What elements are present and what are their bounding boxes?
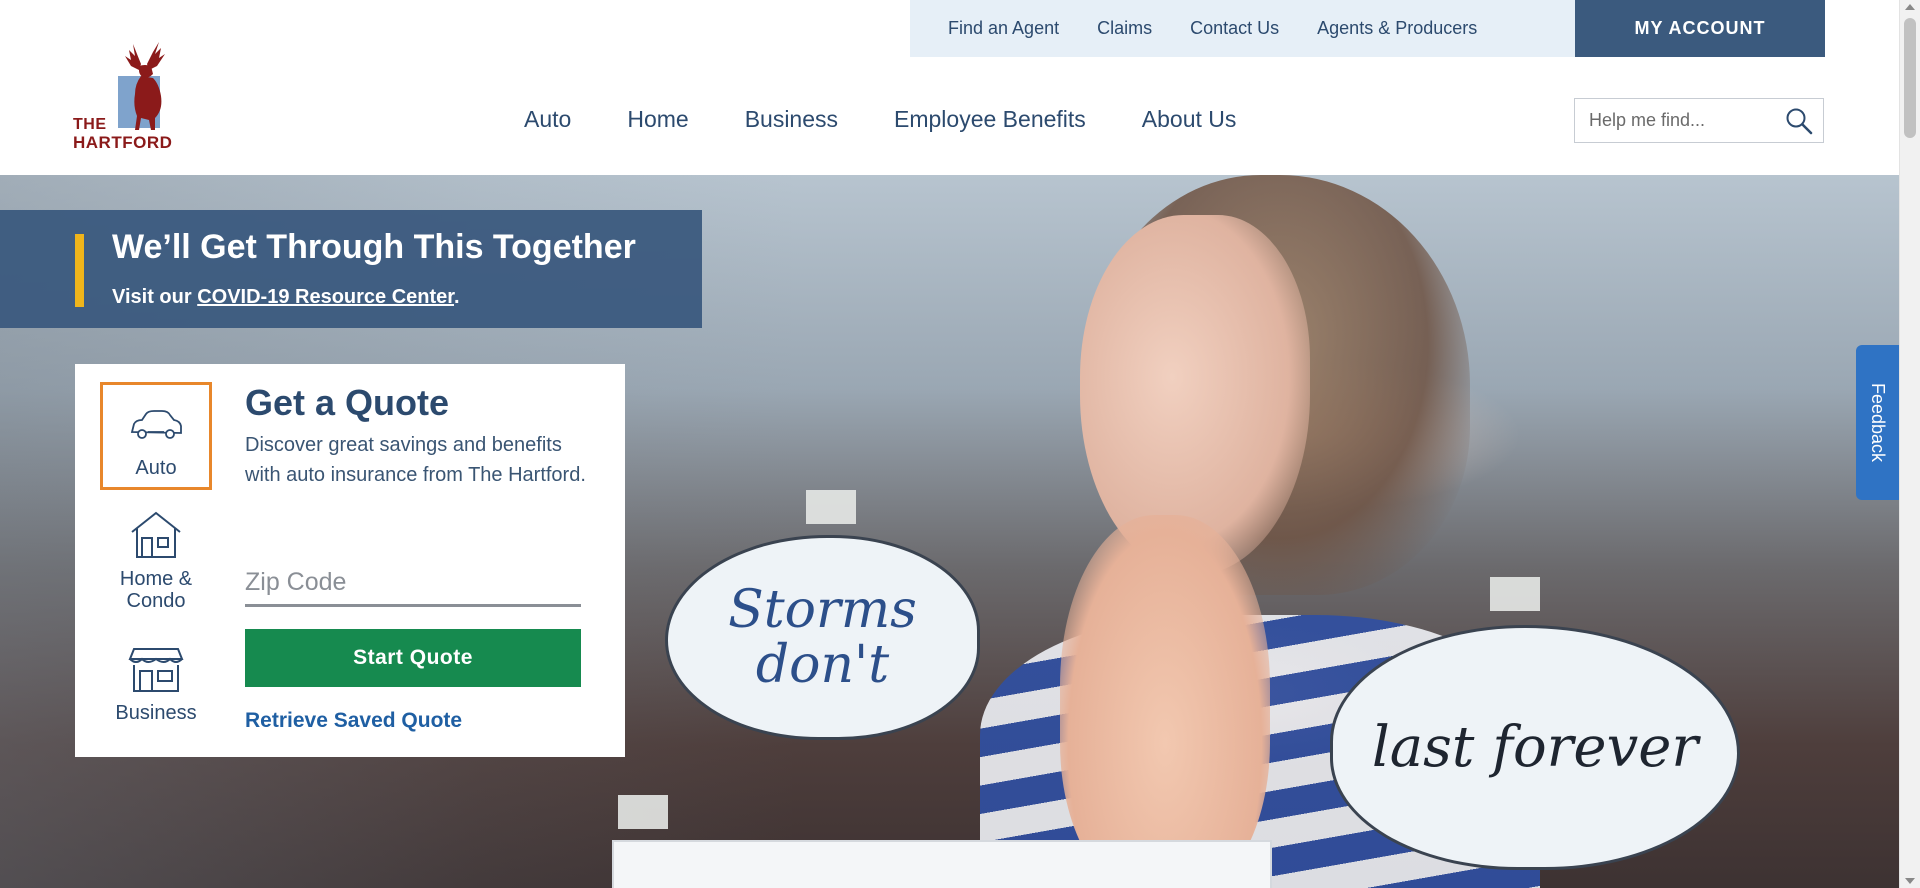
scroll-thumb[interactable] bbox=[1904, 18, 1916, 138]
feedback-tab[interactable]: Feedback bbox=[1856, 345, 1899, 500]
search-icon bbox=[1786, 108, 1813, 135]
my-account-button[interactable]: MY ACCOUNT bbox=[1575, 0, 1825, 57]
quote-tab-home-label: Home & Condo bbox=[119, 568, 193, 612]
quote-tab-business[interactable]: Business bbox=[100, 644, 212, 734]
logo-text-the: THE bbox=[73, 116, 107, 133]
banner-title: We’ll Get Through This Together bbox=[112, 228, 636, 266]
hero-paper bbox=[612, 840, 1272, 888]
logo-text-hartford: HARTFORD bbox=[73, 133, 173, 152]
quote-tab-auto-label: Auto bbox=[135, 457, 177, 479]
main-nav: Auto Home Business Employee Benefits Abo… bbox=[524, 106, 1236, 133]
hero-cloud-forever: last forever bbox=[1330, 625, 1740, 870]
nav-item-auto[interactable]: Auto bbox=[524, 106, 571, 133]
covid-banner: We’ll Get Through This Together Visit ou… bbox=[0, 210, 702, 328]
banner-accent-bar bbox=[75, 234, 84, 307]
car-icon bbox=[130, 410, 182, 439]
quote-card: Auto Home & Condo Business Get a Quote D… bbox=[75, 364, 625, 757]
tape bbox=[806, 490, 856, 524]
feedback-label: Feedback bbox=[1868, 382, 1888, 463]
hero-cloud-storms: Storms don't bbox=[665, 535, 980, 740]
nav-item-home[interactable]: Home bbox=[627, 106, 688, 133]
site-header: THE HARTFORD Find an Agent Claims Contac… bbox=[0, 0, 1899, 175]
banner-prefix: Visit our bbox=[112, 286, 198, 308]
tape bbox=[618, 795, 668, 829]
nav-item-about-us[interactable]: About Us bbox=[1142, 106, 1237, 133]
utility-link-claims[interactable]: Claims bbox=[1097, 18, 1152, 39]
search-button[interactable] bbox=[1785, 107, 1813, 135]
nav-item-employee-benefits[interactable]: Employee Benefits bbox=[894, 106, 1086, 133]
scroll-down-arrow-icon[interactable] bbox=[1905, 878, 1915, 884]
utility-link-agents-producers[interactable]: Agents & Producers bbox=[1317, 18, 1477, 39]
tape bbox=[1490, 577, 1540, 611]
page-scrollbar[interactable] bbox=[1899, 0, 1920, 888]
hero-child-hand bbox=[1060, 515, 1270, 888]
utility-link-find-agent[interactable]: Find an Agent bbox=[948, 18, 1059, 39]
quote-tab-auto[interactable]: Auto bbox=[100, 382, 212, 490]
banner-suffix: . bbox=[453, 286, 460, 308]
quote-title: Get a Quote bbox=[245, 382, 450, 423]
quote-description: Discover great savings and benefits with… bbox=[245, 434, 586, 486]
banner-subtitle: Visit our COVID-19 Resource Center. bbox=[112, 286, 460, 309]
utility-link-contact-us[interactable]: Contact Us bbox=[1190, 18, 1279, 39]
search-box bbox=[1574, 98, 1824, 143]
utility-nav: Find an Agent Claims Contact Us Agents &… bbox=[910, 0, 1575, 57]
start-quote-button[interactable]: Start Quote bbox=[245, 629, 581, 687]
quote-tab-home-condo[interactable]: Home & Condo bbox=[100, 508, 212, 616]
retrieve-saved-quote-link[interactable]: Retrieve Saved Quote bbox=[245, 709, 462, 733]
zip-code-input[interactable] bbox=[245, 561, 581, 607]
hartford-logo[interactable]: THE HARTFORD bbox=[73, 34, 193, 154]
quote-tab-business-label: Business bbox=[115, 702, 197, 724]
house-icon bbox=[131, 511, 181, 558]
scroll-up-arrow-icon[interactable] bbox=[1905, 4, 1915, 10]
storefront-icon bbox=[128, 648, 184, 692]
search-input[interactable] bbox=[1575, 110, 1775, 131]
nav-item-business[interactable]: Business bbox=[745, 106, 838, 133]
covid-resource-link[interactable]: COVID-19 Resource Center bbox=[197, 286, 454, 308]
